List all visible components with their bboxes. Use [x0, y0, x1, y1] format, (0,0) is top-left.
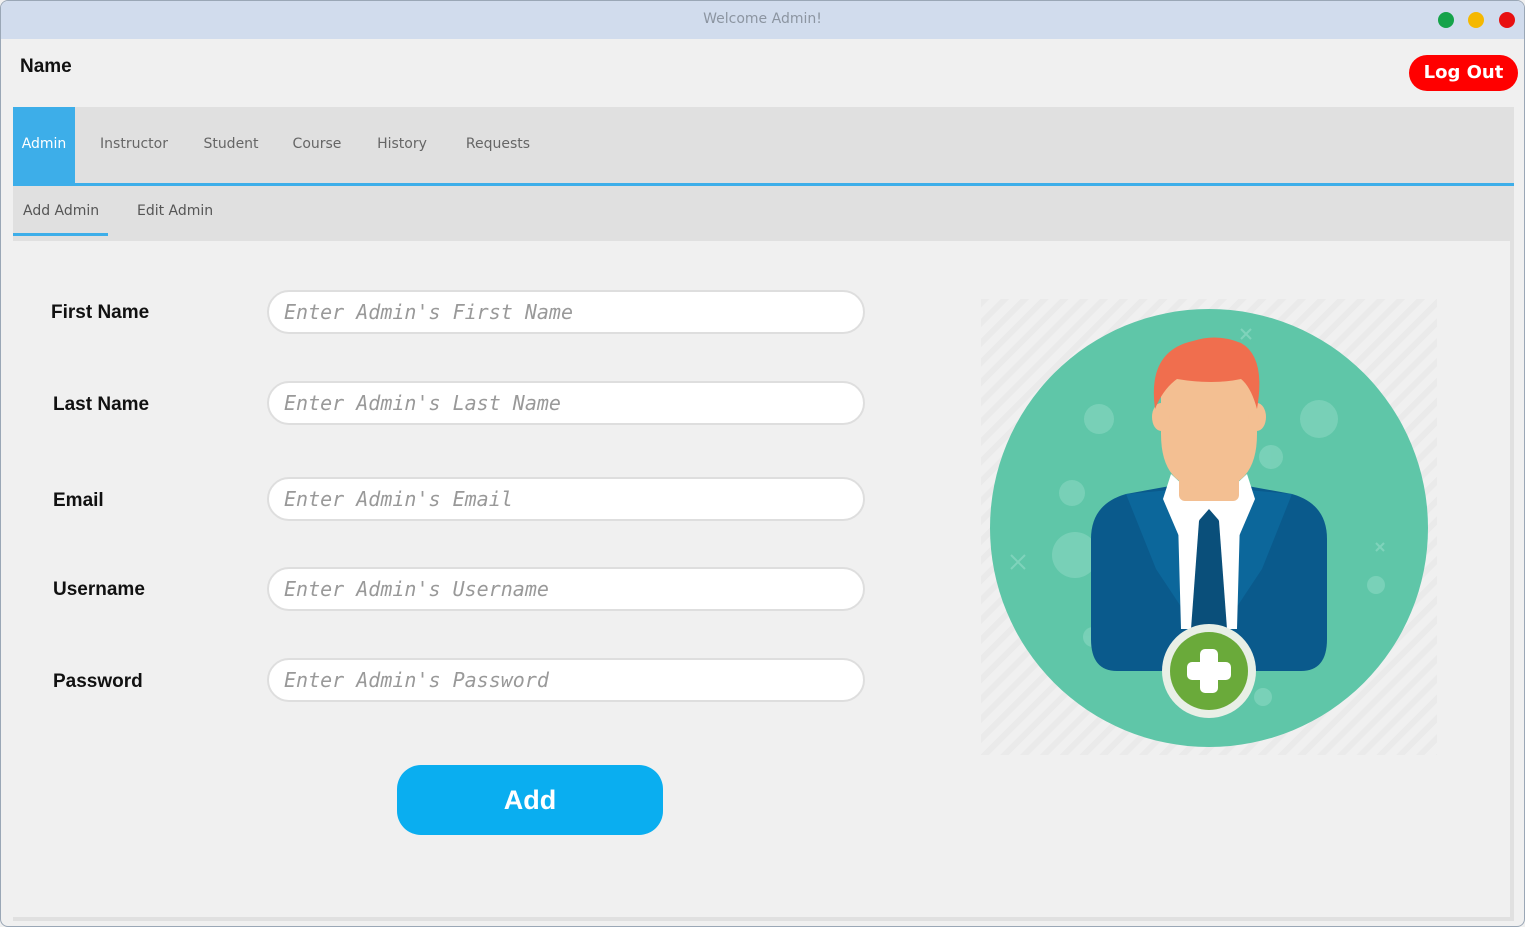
tab-student[interactable]: Student	[200, 107, 262, 183]
sub-tab-bar: Add Admin Edit Admin	[13, 186, 1514, 241]
maximize-button[interactable]	[1468, 12, 1484, 28]
password-input[interactable]	[267, 658, 865, 702]
email-label: Email	[53, 490, 104, 511]
username-label: Username	[53, 579, 145, 600]
password-label: Password	[53, 671, 143, 692]
minimize-button[interactable]	[1438, 12, 1454, 28]
main-tab-bar: Admin Instructor Student Course History …	[13, 107, 1514, 186]
logout-button[interactable]: Log Out	[1409, 55, 1518, 91]
add-admin-button[interactable]: Add	[397, 765, 663, 835]
close-button[interactable]	[1499, 12, 1515, 28]
last-name-label: Last Name	[53, 394, 150, 415]
first-name-label: First Name	[51, 302, 150, 323]
tab-admin[interactable]: Admin	[13, 107, 75, 183]
tab-history[interactable]: History	[374, 107, 430, 183]
email-input[interactable]	[267, 477, 865, 521]
first-name-input[interactable]	[267, 290, 865, 334]
subtab-add-admin[interactable]: Add Admin	[13, 186, 108, 236]
title-bar: Welcome Admin!	[1, 1, 1524, 39]
tab-course[interactable]: Course	[289, 107, 345, 183]
username-input[interactable]	[267, 567, 865, 611]
add-user-icon	[981, 299, 1437, 755]
app-window: Welcome Admin! Name Log Out Admin Instru…	[0, 0, 1525, 927]
window-title: Welcome Admin!	[703, 11, 822, 27]
last-name-input[interactable]	[267, 381, 865, 425]
user-name-label: Name	[20, 56, 72, 77]
subtab-edit-admin[interactable]: Edit Admin	[137, 186, 213, 236]
tab-instructor[interactable]: Instructor	[97, 107, 171, 183]
tab-requests[interactable]: Requests	[465, 107, 531, 183]
